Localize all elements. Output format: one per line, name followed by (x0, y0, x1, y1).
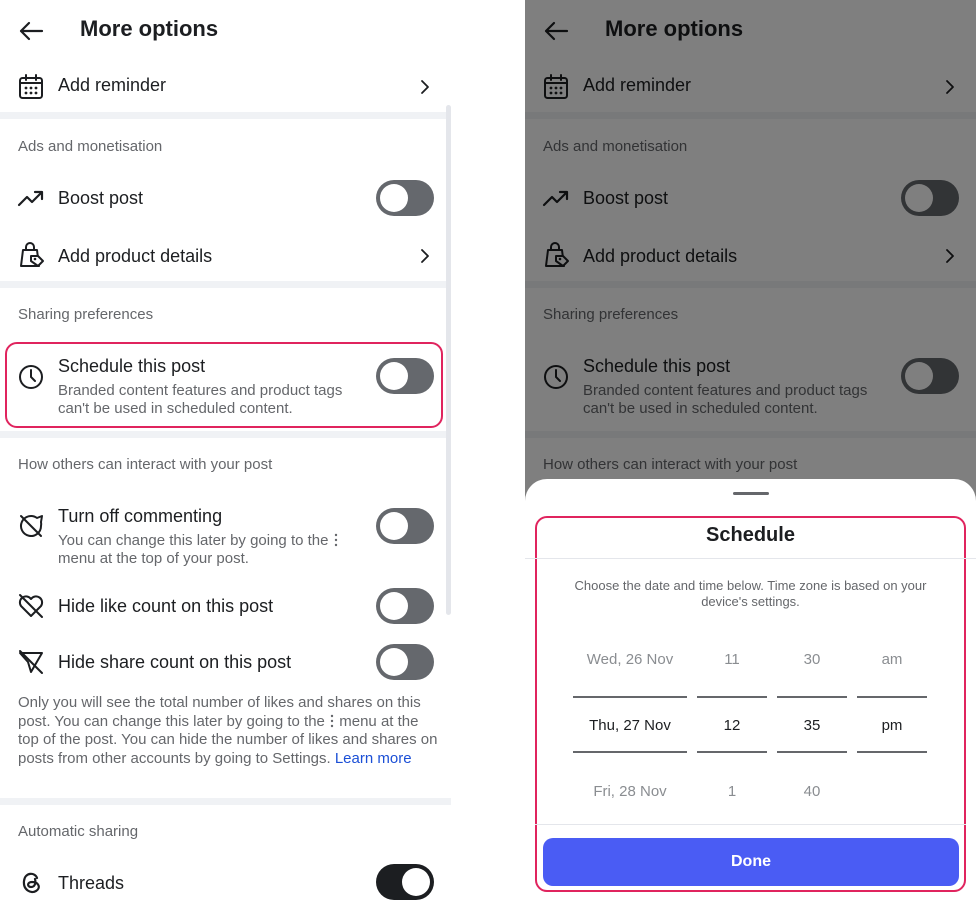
schedule-screen: More options Add reminder Ads and moneti… (525, 0, 976, 900)
date-picker-column[interactable]: Wed, 26 Nov Thu, 27 Nov Fri, 28 Nov (573, 639, 687, 809)
add-reminder-row[interactable]: Add reminder (0, 70, 451, 102)
picker-hour-next[interactable]: 1 (697, 783, 767, 800)
page-title: More options (80, 16, 219, 41)
like-share-info-text: Only you will see the total number of li… (18, 694, 438, 767)
picker-select-line (573, 696, 687, 698)
more-dots-icon (329, 714, 335, 728)
drag-handle[interactable] (733, 492, 769, 495)
picker-minute-next[interactable]: 40 (777, 783, 847, 800)
turn-off-commenting-row: Turn off commenting You can change this … (0, 506, 451, 570)
threads-toggle[interactable] (376, 864, 434, 900)
picker-date-next[interactable]: Fri, 28 Nov (573, 783, 687, 800)
more-options-screen: More options Add reminder Ads and moneti… (0, 0, 451, 900)
picker-select-line (857, 751, 927, 753)
top-bar: More options (0, 0, 451, 60)
schedule-post-toggle[interactable] (376, 358, 434, 394)
add-product-details-label: Add product details (58, 246, 213, 266)
schedule-bottom-sheet: Schedule Choose the date and time below.… (525, 479, 976, 900)
hour-picker-column[interactable]: 11 12 1 (697, 639, 767, 809)
divider (525, 558, 976, 559)
turn-off-commenting-label: Turn off commenting (58, 506, 223, 526)
picker-minute-selected[interactable]: 35 (777, 717, 847, 734)
add-product-details-row[interactable]: Add product details (0, 238, 451, 272)
add-reminder-label: Add reminder (58, 75, 167, 95)
picker-minute-prev[interactable]: 30 (777, 651, 847, 668)
picker-select-line (777, 751, 847, 753)
picker-period-prev[interactable]: am (857, 651, 927, 668)
picker-select-line (857, 696, 927, 698)
threads-row: Threads (0, 864, 451, 900)
schedule-title: Schedule (706, 524, 795, 546)
picker-date-selected[interactable]: Thu, 27 Nov (573, 717, 687, 734)
turn-off-commenting-subtext: You can change this later by going to th… (58, 532, 363, 568)
section-interact-title: How others can interact with your post (18, 456, 273, 473)
picker-hour-prev[interactable]: 11 (697, 651, 767, 668)
trending-up-icon (16, 183, 46, 213)
schedule-post-row: Schedule this post Branded content featu… (0, 356, 451, 420)
back-arrow-icon[interactable] (16, 16, 46, 46)
hide-share-count-label: Hide share count on this post (58, 652, 292, 672)
hide-like-count-toggle[interactable] (376, 588, 434, 624)
heart-off-icon (16, 591, 46, 621)
boost-post-row: Boost post (0, 180, 451, 216)
picker-date-prev[interactable]: Wed, 26 Nov (573, 651, 687, 668)
divider (0, 281, 451, 288)
boost-post-toggle[interactable] (376, 180, 434, 216)
picker-select-line (697, 696, 767, 698)
done-button[interactable]: Done (543, 838, 959, 886)
hide-share-count-row: Hide share count on this post (0, 644, 451, 680)
chevron-right-icon (417, 246, 433, 266)
picker-select-line (777, 696, 847, 698)
period-picker-column[interactable]: am pm (857, 639, 927, 809)
boost-post-label: Boost post (58, 188, 144, 208)
schedule-description: Choose the date and time below. Time zon… (574, 578, 927, 609)
schedule-post-label: Schedule this post (58, 356, 206, 376)
picker-select-line (697, 751, 767, 753)
threads-icon (16, 867, 46, 897)
share-off-icon (16, 647, 46, 677)
more-dots-icon (333, 533, 339, 547)
section-sharing-title: Sharing preferences (18, 306, 154, 323)
picker-select-line (573, 751, 687, 753)
hide-share-count-toggle[interactable] (376, 644, 434, 680)
divider (535, 824, 966, 825)
section-ads-title: Ads and monetisation (18, 138, 163, 155)
shopping-bag-tag-icon (16, 240, 46, 270)
schedule-post-subtext: Branded content features and product tag… (58, 382, 343, 417)
divider (0, 431, 451, 438)
picker-hour-selected[interactable]: 12 (697, 717, 767, 734)
calendar-icon (16, 72, 46, 102)
learn-more-link[interactable]: Learn more (335, 750, 412, 767)
hide-like-count-label: Hide like count on this post (58, 596, 274, 616)
chevron-right-icon (417, 77, 433, 97)
divider (0, 112, 451, 119)
picker-period-selected[interactable]: pm (857, 717, 927, 734)
turn-off-commenting-toggle[interactable] (376, 508, 434, 544)
divider (0, 798, 451, 805)
gutter (451, 0, 525, 900)
hide-like-count-row: Hide like count on this post (0, 588, 451, 624)
threads-label: Threads (58, 873, 125, 893)
section-automatic-title: Automatic sharing (18, 823, 139, 840)
clock-icon (16, 362, 46, 392)
minute-picker-column[interactable]: 30 35 40 (777, 639, 847, 809)
comment-off-icon (16, 511, 46, 541)
